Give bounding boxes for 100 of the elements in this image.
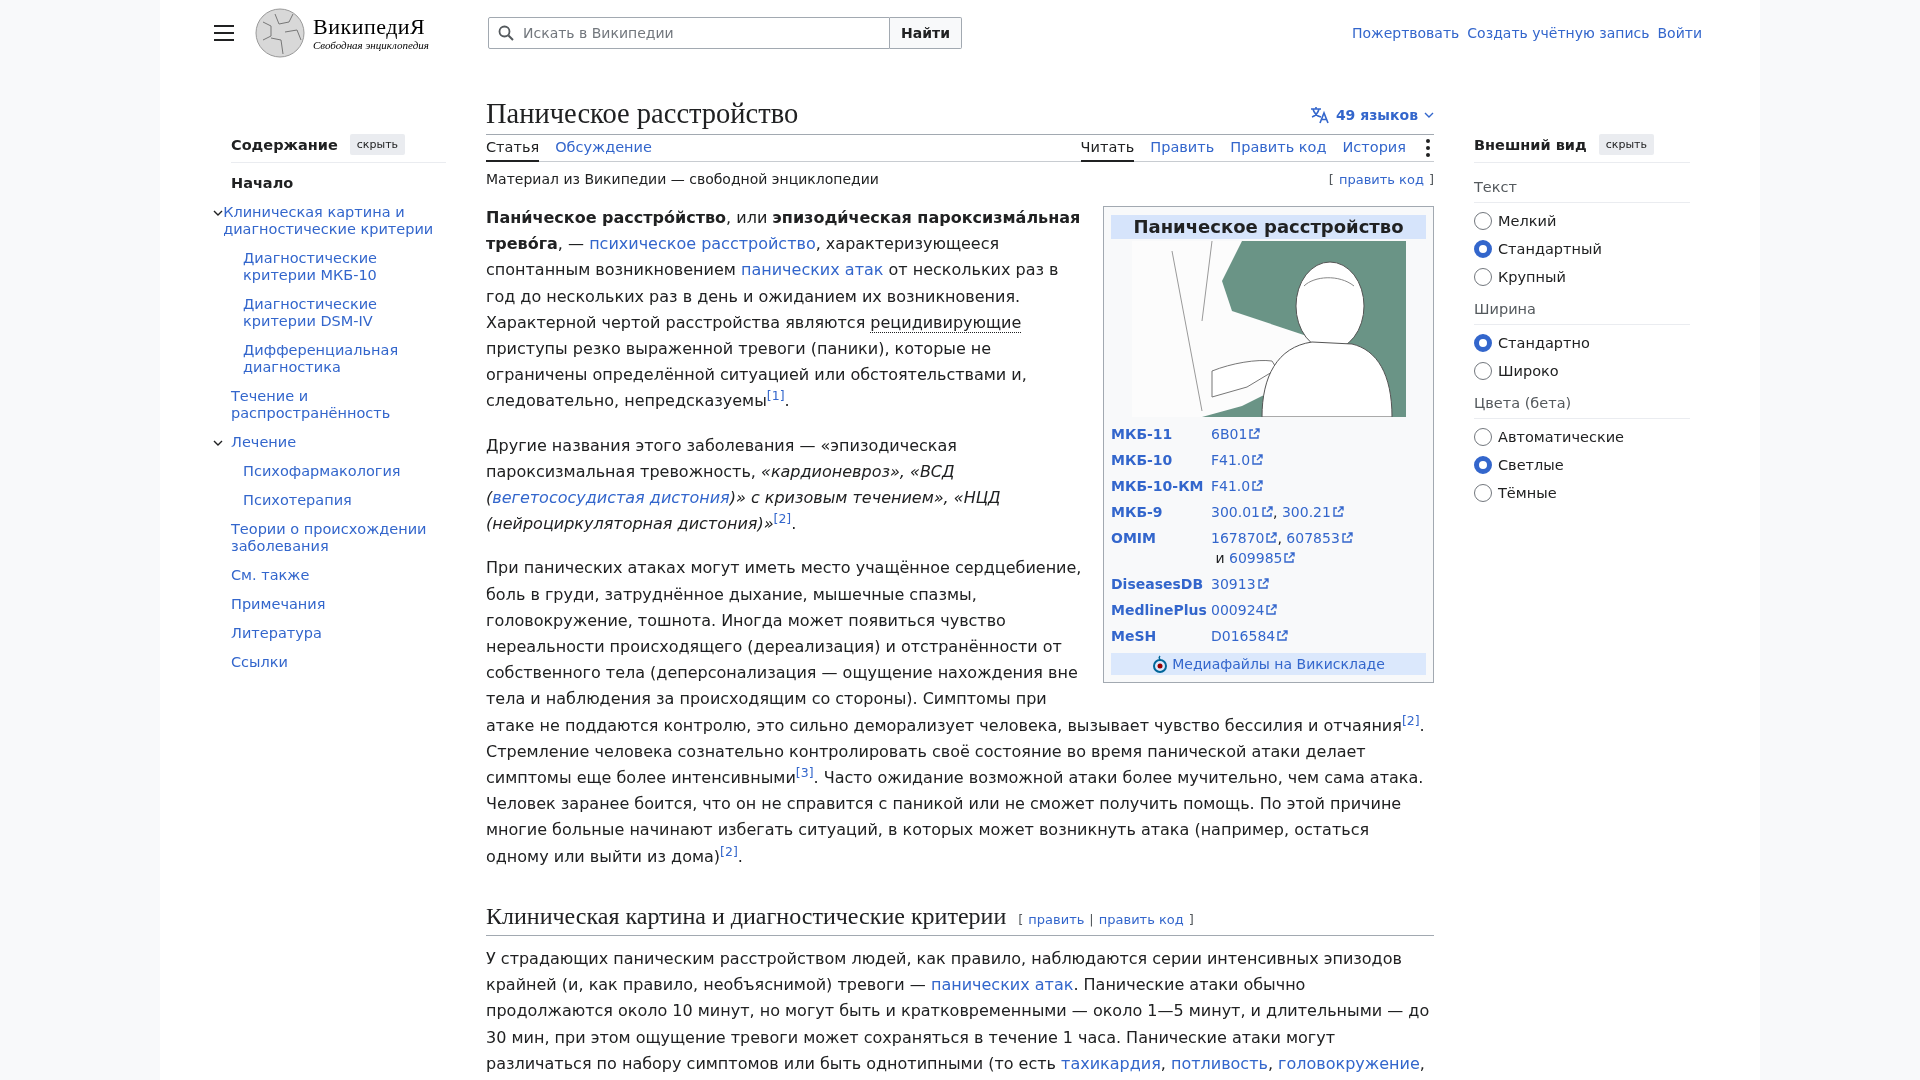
site-tagline: Свободная энциклопедия: [313, 38, 429, 51]
menu-icon: [214, 25, 234, 41]
group-title: Цвета (бета): [1474, 385, 1690, 419]
hide-button[interactable]: скрыть: [1598, 134, 1654, 155]
more-icon: [1426, 139, 1430, 157]
link[interactable]: панических атак: [930, 975, 1074, 995]
infobox-label[interactable]: OMIM: [1111, 528, 1211, 568]
infobox-label[interactable]: MeSH: [1111, 626, 1211, 646]
external-link[interactable]: F41.0: [1211, 476, 1264, 496]
toc-link[interactable]: Литература: [231, 625, 322, 642]
infobox-label[interactable]: DiseasesDB: [1111, 574, 1211, 594]
option-label: Широко: [1498, 363, 1559, 379]
option-label: Мелкий: [1498, 213, 1557, 229]
paragraph: У страдающих паническим расстройством людей, как правило, наблюдаются серии интенсивных эпизодов крайней (и, как правило, необъяснимой) тревоги — панических атак. Панические атаки обычно продолжаются около 10 минут, но могут быть и кратковременными — около 1—5 минут, и длительными — до 30 мин, при этом ощущение тревоги может сохраняться в течение 1 часа. Панические атаки могут различаться по набору симптомов или быть однотипными (то есть тахикардия, потливость, головокружение,: [486, 948, 1431, 1075]
external-link[interactable]: 607853: [1286, 528, 1353, 548]
external-link[interactable]: 6B01: [1211, 424, 1261, 444]
section-heading: Клиническая картина и диагностические критерии: [486, 901, 1007, 931]
search-button[interactable]: Найти: [890, 17, 962, 49]
chevron-icon: [213, 209, 223, 216]
globe-icon: [255, 8, 305, 58]
radio-button[interactable]: [1474, 240, 1492, 258]
toc-link[interactable]: Диагностические критерии МКБ-10: [243, 250, 446, 284]
radio-button[interactable]: [1474, 484, 1492, 502]
external-link[interactable]: D016584: [1211, 626, 1289, 646]
toc-link[interactable]: См. также: [231, 567, 310, 584]
radio-button[interactable]: [1474, 456, 1492, 474]
separator: |: [1089, 910, 1094, 929]
option-label: Автоматические: [1498, 429, 1625, 445]
view-tab[interactable]: Править код: [1230, 135, 1327, 162]
toc-title: Содержание: [231, 136, 338, 153]
toc-link[interactable]: Клиническая картина и диагностические критерии: [223, 204, 446, 238]
footnote-link[interactable]: [2]: [773, 510, 792, 526]
infobox-label[interactable]: МКБ-11: [1111, 424, 1211, 444]
header-link[interactable]: Пожертвовать: [1351, 25, 1460, 41]
hide-button[interactable]: скрыть: [349, 134, 405, 155]
external-link[interactable]: 300.01: [1211, 502, 1273, 522]
infobox-label[interactable]: МКБ-10: [1111, 450, 1211, 470]
external-link[interactable]: F41.0: [1211, 450, 1264, 470]
search-field[interactable]: Искать в Википедии: [488, 17, 890, 49]
external-link-icon: [1265, 604, 1278, 616]
option-label: Тёмные: [1498, 485, 1557, 501]
infobox-label[interactable]: МКБ-10-КМ: [1111, 476, 1211, 496]
option-label: Светлые: [1498, 457, 1564, 473]
footnote-link[interactable]: [1]: [766, 388, 785, 404]
footnote-link[interactable]: [2]: [720, 843, 738, 859]
external-link[interactable]: 300.21: [1281, 502, 1344, 522]
edit-link[interactable]: править код: [1338, 171, 1424, 187]
header-link[interactable]: Войти: [1657, 25, 1702, 41]
view-tab[interactable]: История: [1342, 135, 1406, 162]
view-tab[interactable]: Читать: [1080, 135, 1135, 162]
chevron-icon: [213, 439, 223, 446]
commons-link[interactable]: Медиафайлы на Викискладе: [1111, 653, 1426, 675]
external-link[interactable]: 167870: [1211, 528, 1278, 548]
page-title: Паническое расстройство: [486, 97, 799, 131]
toc-link[interactable]: Психотерапия: [243, 492, 352, 509]
chevron-icon: [1424, 112, 1434, 118]
link[interactable]: тахикардия: [1061, 1053, 1161, 1073]
toc-link[interactable]: Теории о происхождении заболевания: [231, 521, 446, 555]
external-link-icon: [1256, 578, 1269, 590]
infobox-label[interactable]: МКБ-9: [1111, 502, 1211, 522]
link[interactable]: вегетососудистая дистония: [492, 488, 730, 508]
radio-button[interactable]: [1474, 212, 1492, 230]
site-logo[interactable]: ВикипедиЯ Свободная энциклопедия: [255, 8, 435, 58]
group-title: Текст: [1474, 169, 1690, 203]
toc-link[interactable]: Диагностические критерии DSM-IV: [243, 296, 446, 330]
external-link[interactable]: 000924: [1211, 600, 1278, 620]
external-link[interactable]: 30913: [1211, 574, 1269, 594]
external-link[interactable]: 609985: [1229, 548, 1296, 568]
radio-button[interactable]: [1474, 362, 1492, 380]
paragraph: атаке не поддаются контролю, это сильно деморализует человека, вызывает чувство бессилия и отчаяния$^{[2]}$. Стремление человека сознательно контролировать своё состояние во время панической атаки делает симптомы еще более интенсивными$^{[3]}$. Часто ожидание возможной атаки более мучительно, чем сама атака. Человек заранее боится, что он не справится с паникой или не сможет получить помощь. По этой причине многие больные начинают избегать ситуаций, в которых может возникнуть атака (например, остаться одному или выйти из дома)$^{[2]}$.: [486, 712, 1426, 868]
radio-button[interactable]: [1474, 428, 1492, 446]
option-label: Стандартный: [1498, 241, 1602, 257]
radio-button[interactable]: [1474, 334, 1492, 352]
radio-button[interactable]: [1474, 268, 1492, 286]
toc-link[interactable]: Ссылки: [231, 654, 288, 671]
toc-link[interactable]: Дифференциальная диагностика: [243, 342, 446, 376]
site-wordmark: ВикипедиЯ: [313, 15, 427, 39]
footnote-link[interactable]: [3]: [795, 764, 814, 780]
footnote-link[interactable]: [2]: [1401, 712, 1420, 728]
toc-link[interactable]: Лечение: [231, 434, 297, 451]
language-button[interactable]: 49 языков: [1309, 106, 1434, 132]
value-text: ,: [1277, 530, 1283, 546]
external-link-icon: [1265, 532, 1278, 544]
toc-link[interactable]: Психофармакология: [243, 463, 401, 480]
link[interactable]: психическое расстройство: [589, 234, 816, 254]
infobox-label[interactable]: MedlinePlus: [1111, 600, 1211, 620]
edit-link[interactable]: править код: [1098, 906, 1184, 934]
page-tab[interactable]: Обсуждение: [555, 135, 652, 162]
drop-icon: [1152, 655, 1169, 673]
panel-title: Внешний вид: [1474, 136, 1587, 153]
link[interactable]: панических атак: [741, 260, 884, 280]
link[interactable]: головокружение: [1278, 1053, 1420, 1073]
page-tab[interactable]: Статья: [486, 135, 540, 162]
toc-link[interactable]: Течение и распространённость: [231, 388, 446, 422]
toc-link[interactable]: Начало: [231, 175, 294, 192]
toc-link[interactable]: Примечания: [231, 596, 326, 613]
header-link[interactable]: Создать учётную запись: [1467, 25, 1650, 41]
view-tab[interactable]: Править: [1150, 135, 1215, 162]
edit-link[interactable]: править: [1028, 906, 1085, 934]
link[interactable]: потливость: [1170, 1053, 1268, 1073]
